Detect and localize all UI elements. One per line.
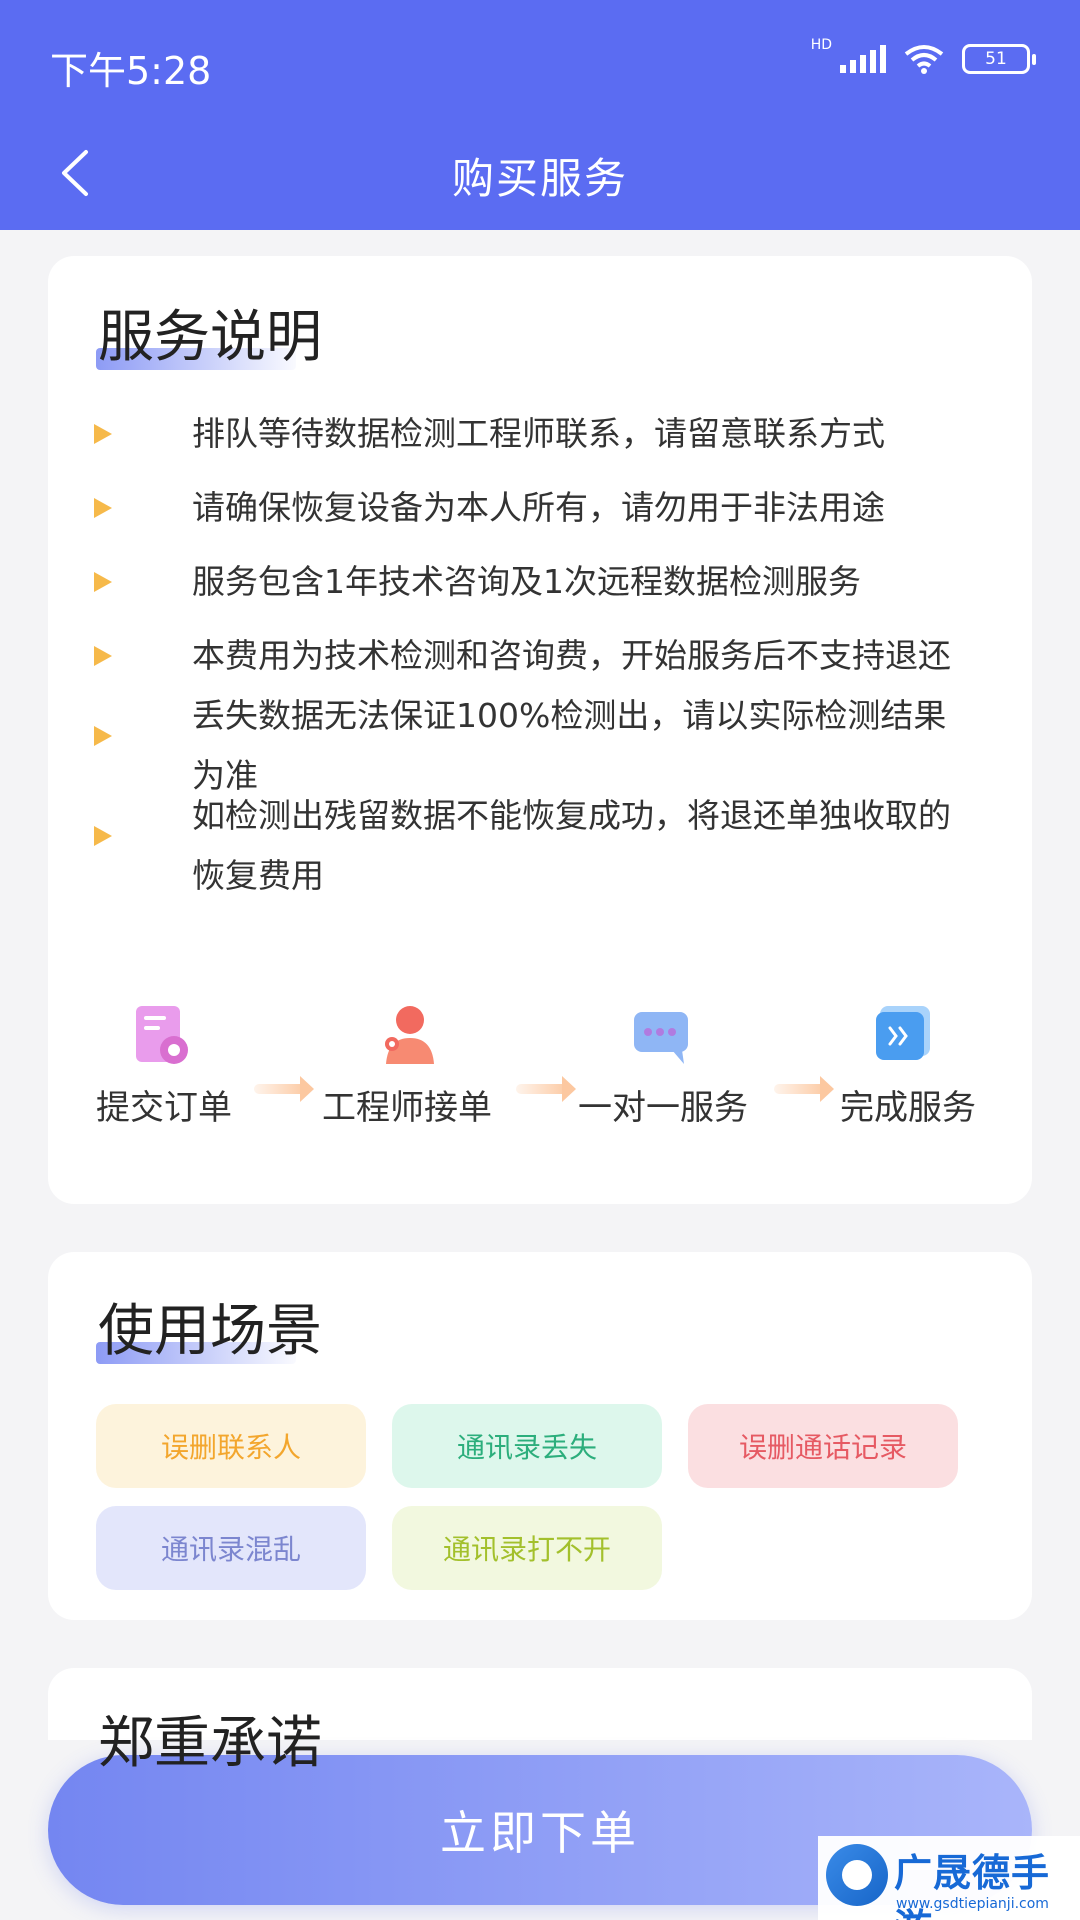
bullet-text: 恢复费用: [192, 856, 324, 895]
bullet-item: 如检测出残留数据不能恢复成功，将退还单独收取的 恢复费用: [94, 786, 994, 906]
bullet-triangle-icon: [94, 424, 112, 444]
service-info-card: 服务说明 排队等待数据检测工程师联系，请留意联系方式 请确保恢复设备为本人所有，…: [48, 256, 1032, 1204]
scenarios-card: 使用场景 误删联系人 通讯录丢失 误删通话记录 通讯录混乱 通讯录打不开: [48, 1252, 1032, 1620]
double-chevron-icon: [876, 1006, 930, 1060]
page-title: 购买服务: [451, 154, 628, 203]
step-label: 工程师接单: [322, 1088, 492, 1128]
bullet-text: 请确保恢复设备为本人所有，请勿用于非法用途: [192, 488, 885, 527]
service-info-title: 服务说明: [98, 305, 322, 370]
bullet-text: 服务包含1年技术咨询及1次远程数据检测服务: [192, 562, 861, 601]
signal-icon: [840, 45, 886, 73]
arrow-right-icon: [516, 1076, 576, 1102]
step-label: 完成服务: [840, 1088, 976, 1128]
scenarios-title: 使用场景: [98, 1299, 322, 1364]
promise-title: 郑重承诺: [98, 1711, 322, 1776]
bullet-text: 如检测出残留数据不能恢复成功，将退还单独收取的: [192, 796, 951, 835]
status-time: 下午5:28: [50, 49, 212, 93]
wifi-icon: [904, 45, 944, 74]
bullet-text: 丢失数据无法保证100%检测出，请以实际检测结果: [192, 696, 947, 735]
chat-bubble-icon: [634, 1012, 688, 1064]
arrow-right-icon: [774, 1076, 834, 1102]
watermark-logo-icon: [826, 1844, 888, 1906]
service-bullets: 排队等待数据检测工程师联系，请留意联系方式 请确保恢复设备为本人所有，请勿用于非…: [94, 404, 994, 906]
watermark: 广晟德手游 www.gsdtiepianji.com: [818, 1836, 1080, 1920]
engineer-avatar-icon: [385, 1006, 434, 1064]
bullet-text: 本费用为技术检测和咨询费，开始服务后不支持退还: [192, 636, 951, 675]
scenario-tag[interactable]: 误删联系人: [96, 1404, 366, 1488]
app-header: 下午5:28 HD 51 购买服务: [0, 0, 1080, 230]
bullet-triangle-icon: [94, 726, 112, 746]
bullet-triangle-icon: [94, 572, 112, 592]
status-icons: HD 51: [811, 37, 1036, 74]
bullet-item: 排队等待数据检测工程师联系，请留意联系方式: [94, 404, 994, 464]
battery-level: 51: [985, 49, 1007, 69]
service-steps: 提交订单 工程师接单 一对一服务 完成服务: [48, 996, 1032, 1136]
bullet-item: 本费用为技术检测和咨询费，开始服务后不支持退还: [94, 626, 994, 686]
bullet-triangle-icon: [94, 498, 112, 518]
order-document-icon: [136, 1006, 188, 1064]
arrow-right-icon: [254, 1076, 314, 1102]
scenario-tag[interactable]: 通讯录丢失: [392, 1404, 662, 1488]
bullet-text: 排队等待数据检测工程师联系，请留意联系方式: [192, 414, 885, 453]
bullet-item: 请确保恢复设备为本人所有，请勿用于非法用途: [94, 478, 994, 538]
bullet-triangle-icon: [94, 646, 112, 666]
scenario-tag[interactable]: 误删通话记录: [688, 1404, 958, 1488]
bullet-item: 服务包含1年技术咨询及1次远程数据检测服务: [94, 552, 994, 612]
step-label: 提交订单: [96, 1088, 232, 1128]
step-label: 一对一服务: [578, 1088, 748, 1128]
scenario-tag[interactable]: 通讯录混乱: [96, 1506, 366, 1590]
watermark-url: www.gsdtiepianji.com: [896, 1896, 1049, 1912]
bullet-triangle-icon: [94, 826, 112, 846]
battery-icon: 51: [962, 44, 1036, 74]
scenario-tag[interactable]: 通讯录打不开: [392, 1506, 662, 1590]
network-type-label: HD: [810, 37, 832, 53]
